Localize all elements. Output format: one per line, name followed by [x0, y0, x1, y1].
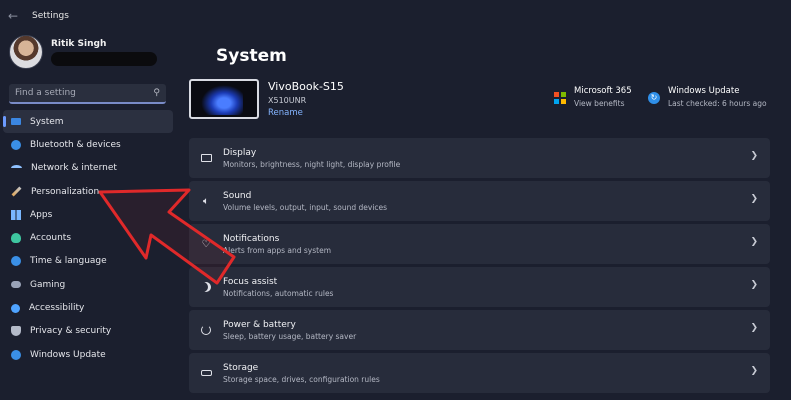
- user-name: Ritik Singh: [51, 38, 107, 49]
- sidebar-item-accessibility[interactable]: Accessibility: [3, 296, 173, 319]
- apps-icon: [11, 209, 21, 220]
- update-icon: [11, 349, 21, 360]
- monitor-icon: [200, 154, 212, 162]
- update-icon: ↻: [648, 92, 660, 104]
- sidebar-item-personalization[interactable]: Personalization: [3, 180, 173, 203]
- rename-link[interactable]: Rename: [268, 108, 344, 118]
- device-model: X510UNR: [268, 96, 307, 105]
- device-wallpaper-thumbnail: [189, 79, 259, 119]
- shield-icon: [11, 326, 21, 337]
- storage-icon: [200, 370, 212, 376]
- gamepad-icon: [11, 281, 21, 289]
- speaker-icon: 🔈︎: [203, 195, 209, 207]
- globe-clock-icon: [11, 256, 21, 267]
- windows-update-tile[interactable]: ↻ Windows Update Last checked: 6 hours a…: [648, 86, 767, 108]
- card-display[interactable]: Display Monitors, brightness, night ligh…: [189, 138, 770, 178]
- sidebar-item-apps[interactable]: Apps: [3, 203, 173, 226]
- sidebar-item-network-internet[interactable]: Network & internet: [3, 157, 173, 180]
- card-power-battery[interactable]: Power & battery Sleep, battery usage, ba…: [189, 310, 770, 350]
- card-storage[interactable]: Storage Storage space, drives, configura…: [189, 353, 770, 393]
- main-content: System VivoBook-S15 X510UNR Rename Micro…: [180, 32, 791, 400]
- card-focus-assist[interactable]: Focus assist Notifications, automatic ru…: [189, 267, 770, 307]
- search-icon[interactable]: ⚲: [153, 88, 160, 98]
- system-icon: [11, 118, 21, 126]
- card-sound[interactable]: 🔈︎ Sound Volume levels, output, input, s…: [189, 181, 770, 221]
- user-email-redacted: [51, 51, 157, 66]
- sidebar-item-accounts[interactable]: Accounts: [3, 226, 173, 249]
- back-arrow-icon[interactable]: ←: [8, 9, 26, 23]
- power-icon: [201, 325, 211, 335]
- chevron-right-icon: ❯: [750, 194, 758, 204]
- wifi-icon: [11, 165, 22, 171]
- sidebar-nav: System Bluetooth & devices Network & int…: [0, 110, 180, 366]
- sidebar-item-privacy-security[interactable]: Privacy & security: [3, 320, 173, 343]
- chevron-right-icon: ❯: [750, 237, 758, 247]
- sidebar-item-bluetooth-devices[interactable]: Bluetooth & devices: [3, 133, 173, 156]
- search-box[interactable]: ⚲: [9, 84, 166, 104]
- sidebar: Ritik Singh ⚲ System Bluetooth & devices…: [0, 32, 180, 400]
- title-bar: ← Settings: [0, 0, 791, 32]
- sidebar-item-gaming[interactable]: Gaming: [3, 273, 173, 296]
- bell-icon: ♡: [201, 238, 211, 250]
- sidebar-item-system[interactable]: System: [3, 110, 173, 134]
- device-name: VivoBook-S15: [268, 80, 344, 93]
- user-profile[interactable]: Ritik Singh: [9, 32, 157, 72]
- brush-icon: [11, 186, 22, 197]
- microsoft-logo-icon: [554, 92, 566, 104]
- page-title: System: [216, 46, 287, 66]
- microsoft-365-tile[interactable]: Microsoft 365 View benefits: [554, 86, 632, 108]
- sidebar-item-time-language[interactable]: Time & language: [3, 250, 173, 273]
- settings-list: Display Monitors, brightness, night ligh…: [189, 138, 770, 396]
- chevron-right-icon: ❯: [750, 280, 758, 290]
- device-info: VivoBook-S15 X510UNR Rename: [189, 79, 344, 119]
- bluetooth-icon: [11, 139, 21, 150]
- accessibility-icon: [11, 303, 20, 313]
- person-icon: [11, 233, 21, 244]
- chevron-right-icon: ❯: [750, 366, 758, 376]
- sidebar-item-windows-update[interactable]: Windows Update: [3, 343, 173, 366]
- window-title: Settings: [32, 11, 69, 21]
- card-notifications[interactable]: ♡ Notifications Alerts from apps and sys…: [189, 224, 770, 264]
- chevron-right-icon: ❯: [750, 151, 758, 161]
- avatar: [9, 35, 43, 69]
- search-input[interactable]: [15, 88, 135, 98]
- chevron-right-icon: ❯: [750, 323, 758, 333]
- moon-icon: [201, 282, 211, 292]
